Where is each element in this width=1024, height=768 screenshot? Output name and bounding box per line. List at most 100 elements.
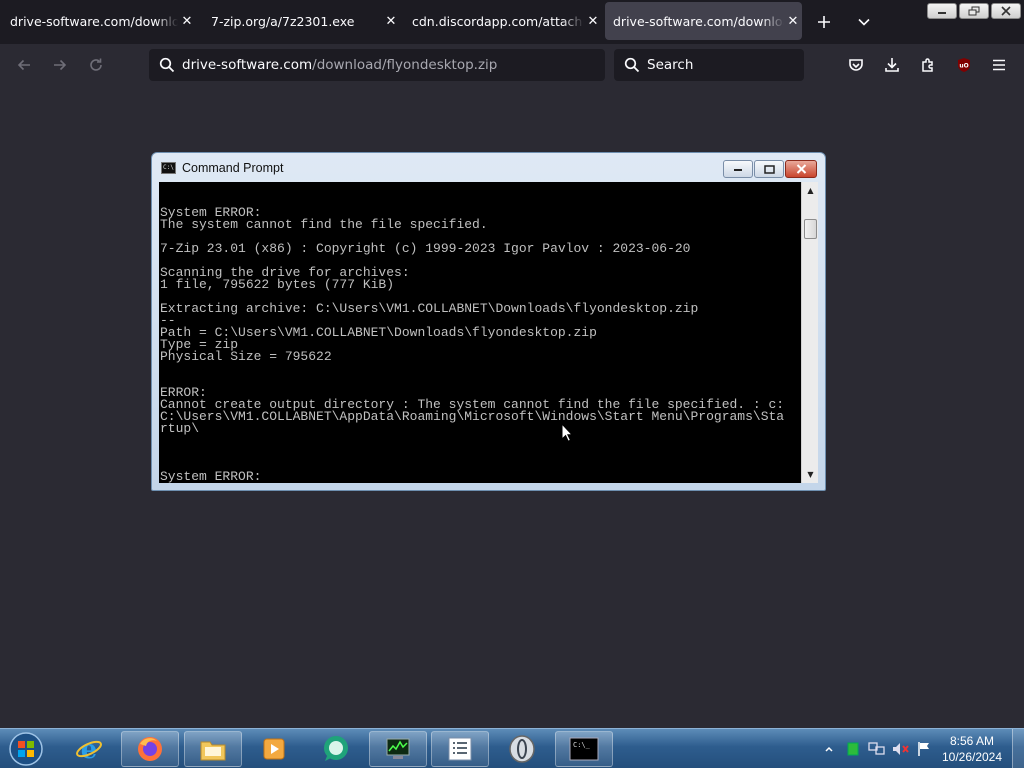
address-bar[interactable]: drive-software.com/download/flyondesktop… (149, 49, 605, 81)
new-tab-button[interactable] (810, 8, 838, 36)
close-icon (796, 164, 806, 174)
console-line: The system cannot find the file specifie… (160, 217, 488, 232)
search-bar[interactable]: Search (614, 49, 804, 81)
reload-icon (90, 58, 102, 71)
volume-muted-icon[interactable] (892, 741, 910, 757)
navigation-toolbar: drive-software.com/download/flyondesktop… (0, 44, 1024, 86)
cmd-maximize-button[interactable] (754, 160, 784, 178)
list-all-tabs-button[interactable] (850, 8, 878, 36)
console-scrollbar[interactable]: ▲ ▼ (801, 182, 818, 483)
tab-drive-software-1[interactable]: drive-software.com/download/flyondesktop… (0, 2, 196, 40)
green-status-icon[interactable] (846, 742, 860, 756)
mouse-cursor-icon (561, 423, 573, 442)
show-desktop-button[interactable] (1012, 729, 1024, 768)
cmd-window-title: Command Prompt (182, 161, 284, 175)
console-line: System ERROR: (160, 469, 262, 483)
hamburger-menu-icon (993, 59, 1005, 71)
command-prompt-window: C:\ Command Prompt System ERROR: The sys… (151, 152, 826, 491)
restore-button[interactable] (959, 3, 989, 19)
plus-icon (818, 16, 830, 28)
taskbar-opera[interactable] (493, 731, 551, 767)
scrollbar-thumb[interactable] (804, 219, 817, 239)
maximize-icon (763, 164, 775, 174)
console-line: 7-Zip 23.01 (x86) : Copyright (c) 1999-2… (160, 241, 691, 256)
action-center-flag-icon[interactable] (916, 741, 932, 757)
search-icon (624, 57, 640, 73)
taskbar-internet-explorer[interactable]: e (60, 731, 118, 767)
console-line: C:\Users\VM1.COLLABNET\AppData\Roaming\M… (160, 409, 785, 424)
console-line: 1 file, 795622 bytes (777 KiB) (160, 277, 395, 292)
clock-time: 8:56 AM (949, 734, 995, 748)
internet-explorer-icon: e (76, 735, 102, 764)
url-path: /download/flyondesktop.zip (312, 57, 498, 73)
folder-icon (200, 741, 226, 761)
taskbar-chat-app[interactable] (307, 731, 365, 767)
tab-close-icon[interactable]: ✕ (178, 14, 196, 29)
window-controls (927, 3, 1021, 19)
task-manager-icon (386, 738, 410, 759)
taskbar-task-manager[interactable] (369, 731, 427, 767)
tab-title: drive-software.com/download/flyondesktop… (10, 13, 178, 29)
minimize-icon (938, 12, 946, 14)
media-player-icon (263, 738, 285, 760)
extensions-button[interactable] (914, 51, 942, 79)
taskbar-media-player[interactable] (245, 731, 303, 767)
console-output-area[interactable]: System ERROR: The system cannot find the… (159, 182, 801, 483)
minimize-button[interactable] (927, 3, 957, 19)
network-icon[interactable] (868, 741, 886, 757)
ublock-shield-icon: uO (958, 58, 970, 72)
taskbar: e C:\_ 8:56 AM 10/26/2024 (0, 728, 1024, 768)
close-icon (1001, 6, 1011, 16)
tab-title: 7-zip.org/a/7z2301.exe (211, 13, 382, 29)
minimize-icon (734, 169, 742, 171)
show-hidden-icons-icon[interactable] (824, 744, 834, 754)
cmd-window-controls (723, 160, 817, 178)
tab-drive-software-active[interactable]: drive-software.com/download/flyondesktop… (605, 2, 802, 40)
download-icon (885, 58, 899, 72)
svg-text:uO: uO (959, 63, 968, 70)
cmd-minimize-button[interactable] (723, 160, 753, 178)
svg-text:e: e (81, 735, 98, 764)
reload-button[interactable] (82, 51, 110, 79)
restore-icon (968, 6, 980, 16)
arrow-left-icon (17, 59, 30, 71)
cmd-close-button[interactable] (785, 160, 817, 178)
url-host: drive-software.com (182, 57, 313, 73)
notepad-list-icon (448, 737, 472, 761)
tab-close-icon[interactable]: ✕ (784, 14, 802, 29)
tab-close-icon[interactable]: ✕ (382, 14, 400, 29)
opera-icon (509, 735, 535, 763)
pocket-icon (849, 59, 863, 71)
chat-bubble-icon (324, 736, 348, 761)
taskbar-file-explorer[interactable] (184, 731, 242, 767)
system-clock[interactable]: 8:56 AM 10/26/2024 (938, 733, 1006, 765)
tab-strip: drive-software.com/download/flyondesktop… (0, 0, 1024, 44)
pocket-button[interactable] (842, 51, 870, 79)
tab-title: cdn.discordapp.com/attachments (412, 13, 584, 29)
clock-date: 10/26/2024 (941, 750, 1003, 764)
puzzle-icon (922, 58, 933, 72)
tab-title: drive-software.com/download/flyondesktop… (613, 13, 784, 29)
app-menu-button[interactable] (985, 51, 1013, 79)
taskbar-command-prompt[interactable]: C:\_ (555, 731, 613, 767)
cmd-app-icon: C:\ (161, 162, 176, 174)
downloads-button[interactable] (878, 51, 906, 79)
search-placeholder: Search (647, 57, 694, 73)
tab-close-icon[interactable]: ✕ (584, 14, 602, 29)
chevron-down-icon (858, 18, 870, 26)
tab-7zip[interactable]: 7-zip.org/a/7z2301.exe ✕ (202, 2, 400, 40)
search-icon (159, 57, 175, 73)
firefox-icon (138, 737, 162, 761)
close-window-button[interactable] (991, 3, 1021, 19)
scroll-up-arrow-icon[interactable]: ▲ (802, 182, 819, 199)
back-button[interactable] (10, 51, 38, 79)
arrow-right-icon (54, 59, 67, 71)
taskbar-firefox[interactable] (121, 731, 179, 767)
scroll-down-arrow-icon[interactable]: ▼ (802, 466, 819, 483)
tab-discord-cdn[interactable]: cdn.discordapp.com/attachments ✕ (404, 2, 602, 40)
taskbar-notepad[interactable] (431, 731, 489, 767)
ublock-origin-button[interactable]: uO (950, 51, 978, 79)
forward-button[interactable] (46, 51, 74, 79)
svg-text:C:\_: C:\_ (573, 741, 591, 749)
start-button[interactable] (6, 731, 46, 767)
